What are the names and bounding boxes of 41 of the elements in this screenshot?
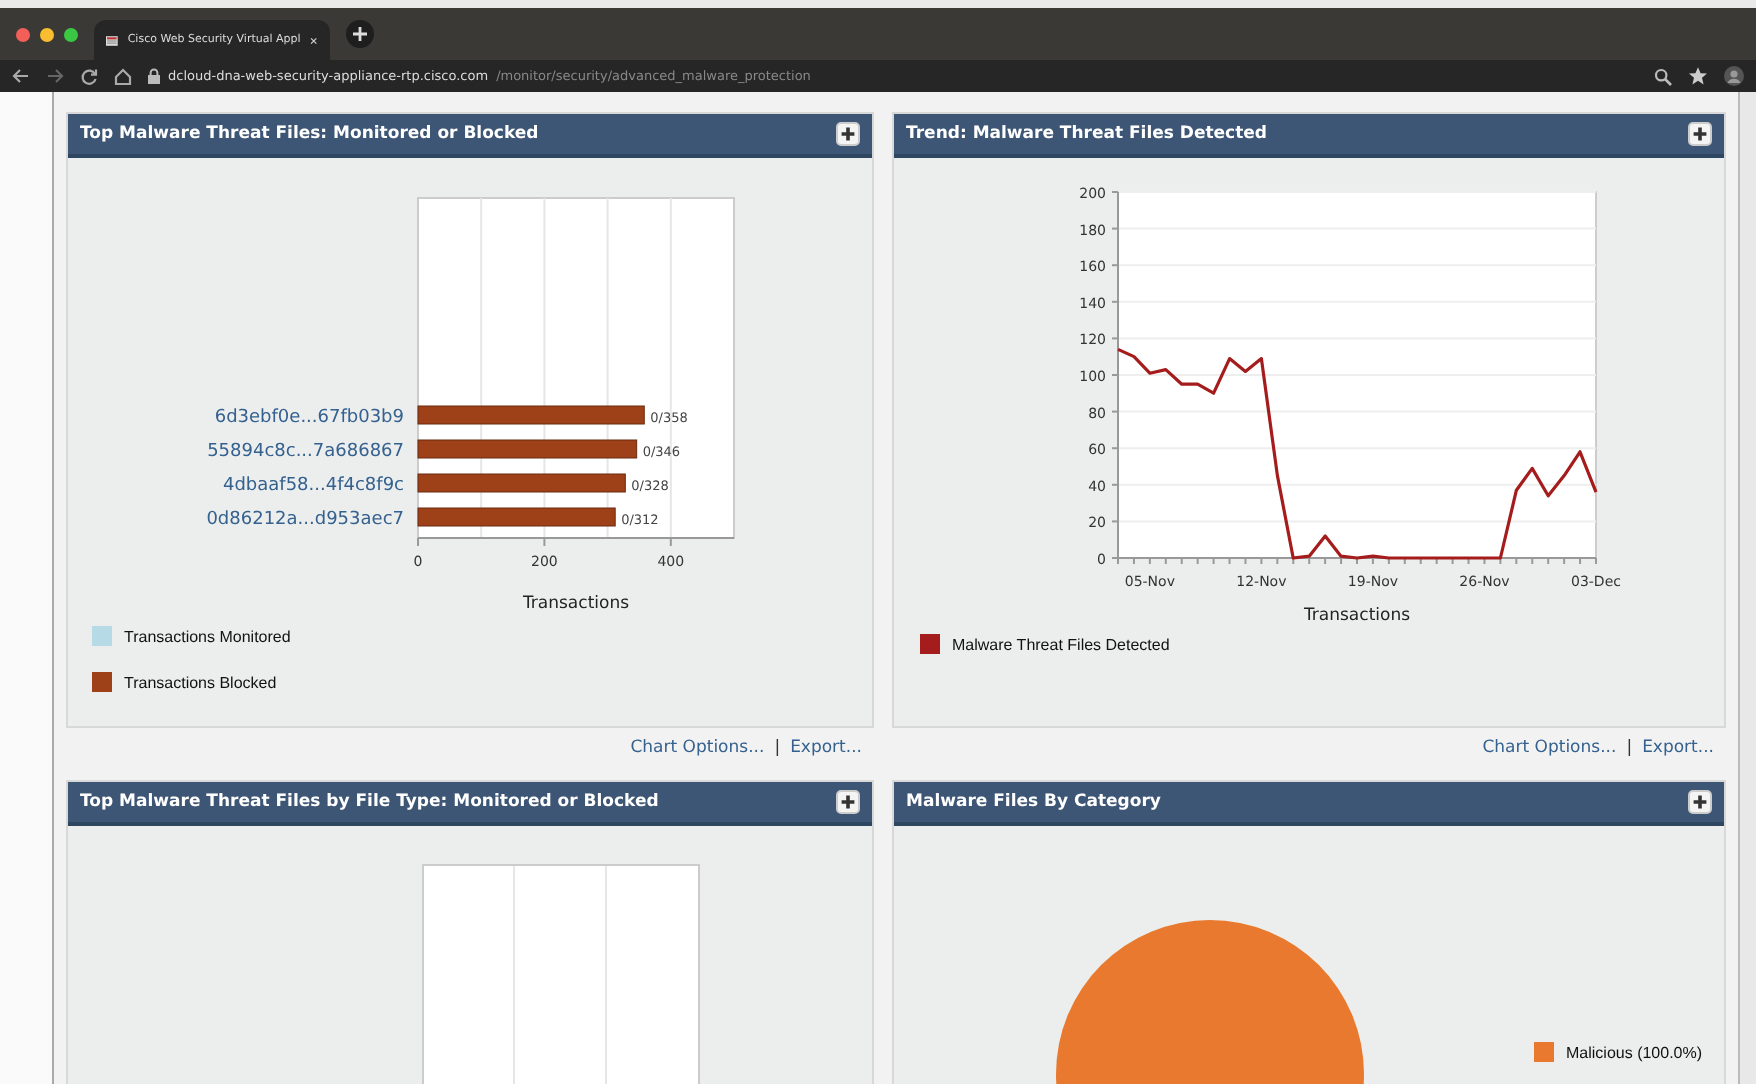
file-hash-link[interactable]: 6d3ebf0e...67fb03b9 bbox=[214, 408, 404, 428]
axis-title: Transactions bbox=[522, 594, 630, 614]
reload-icon[interactable] bbox=[80, 67, 98, 85]
forward-icon[interactable] bbox=[46, 68, 64, 84]
home-icon[interactable] bbox=[114, 67, 132, 85]
star-icon[interactable] bbox=[1688, 66, 1708, 86]
plus-icon[interactable] bbox=[1688, 790, 1712, 814]
close-icon[interactable] bbox=[310, 33, 318, 47]
file-hash-link[interactable]: 55894c8c...7a686867 bbox=[207, 442, 404, 462]
back-icon[interactable] bbox=[12, 68, 30, 84]
legend-swatch bbox=[920, 634, 940, 654]
plus-icon[interactable] bbox=[836, 122, 860, 146]
chart-link[interactable]: Export... bbox=[1642, 738, 1714, 758]
separator: | bbox=[774, 738, 781, 758]
search-icon[interactable] bbox=[1654, 67, 1672, 85]
panel-title: Malware Files By Category bbox=[906, 792, 1161, 812]
legend-swatch bbox=[92, 626, 112, 646]
lock-icon bbox=[148, 68, 160, 84]
file-hash-link[interactable]: 0d86212a...d953aec7 bbox=[206, 510, 404, 530]
legend-label: Transactions Monitored bbox=[124, 627, 291, 645]
axis-title: Transactions bbox=[1303, 606, 1411, 626]
legend-swatch bbox=[92, 672, 112, 692]
maximize-window-button[interactable] bbox=[64, 27, 78, 41]
legend-label: Malware Threat Files Detected bbox=[952, 635, 1170, 653]
legend-label: Malicious (100.0%) bbox=[1566, 1043, 1703, 1061]
file-hash-link[interactable]: 4dbaaf58...4f4c8f9c bbox=[222, 476, 404, 496]
legend-label: Transactions Blocked bbox=[124, 673, 277, 691]
panel-title: Top Malware Threat Files: Monitored or Blocked bbox=[80, 124, 539, 144]
plus-icon[interactable] bbox=[1688, 122, 1712, 146]
panel-title: Trend: Malware Threat Files Detected bbox=[906, 124, 1268, 144]
separator: | bbox=[1626, 738, 1633, 758]
chart-link[interactable]: Chart Options... bbox=[1482, 738, 1617, 758]
minimize-window-button[interactable] bbox=[40, 27, 54, 41]
panel-title: Top Malware Threat Files by File Type: Monitored or Blocked bbox=[80, 792, 659, 812]
chart-link[interactable]: Chart Options... bbox=[630, 738, 765, 758]
new-tab-icon[interactable] bbox=[346, 20, 374, 48]
plus-icon[interactable] bbox=[836, 790, 860, 814]
page-icon bbox=[106, 31, 118, 49]
chart-link[interactable]: Export... bbox=[790, 738, 862, 758]
profile-icon[interactable] bbox=[1724, 66, 1744, 86]
close-window-button[interactable] bbox=[16, 27, 30, 41]
